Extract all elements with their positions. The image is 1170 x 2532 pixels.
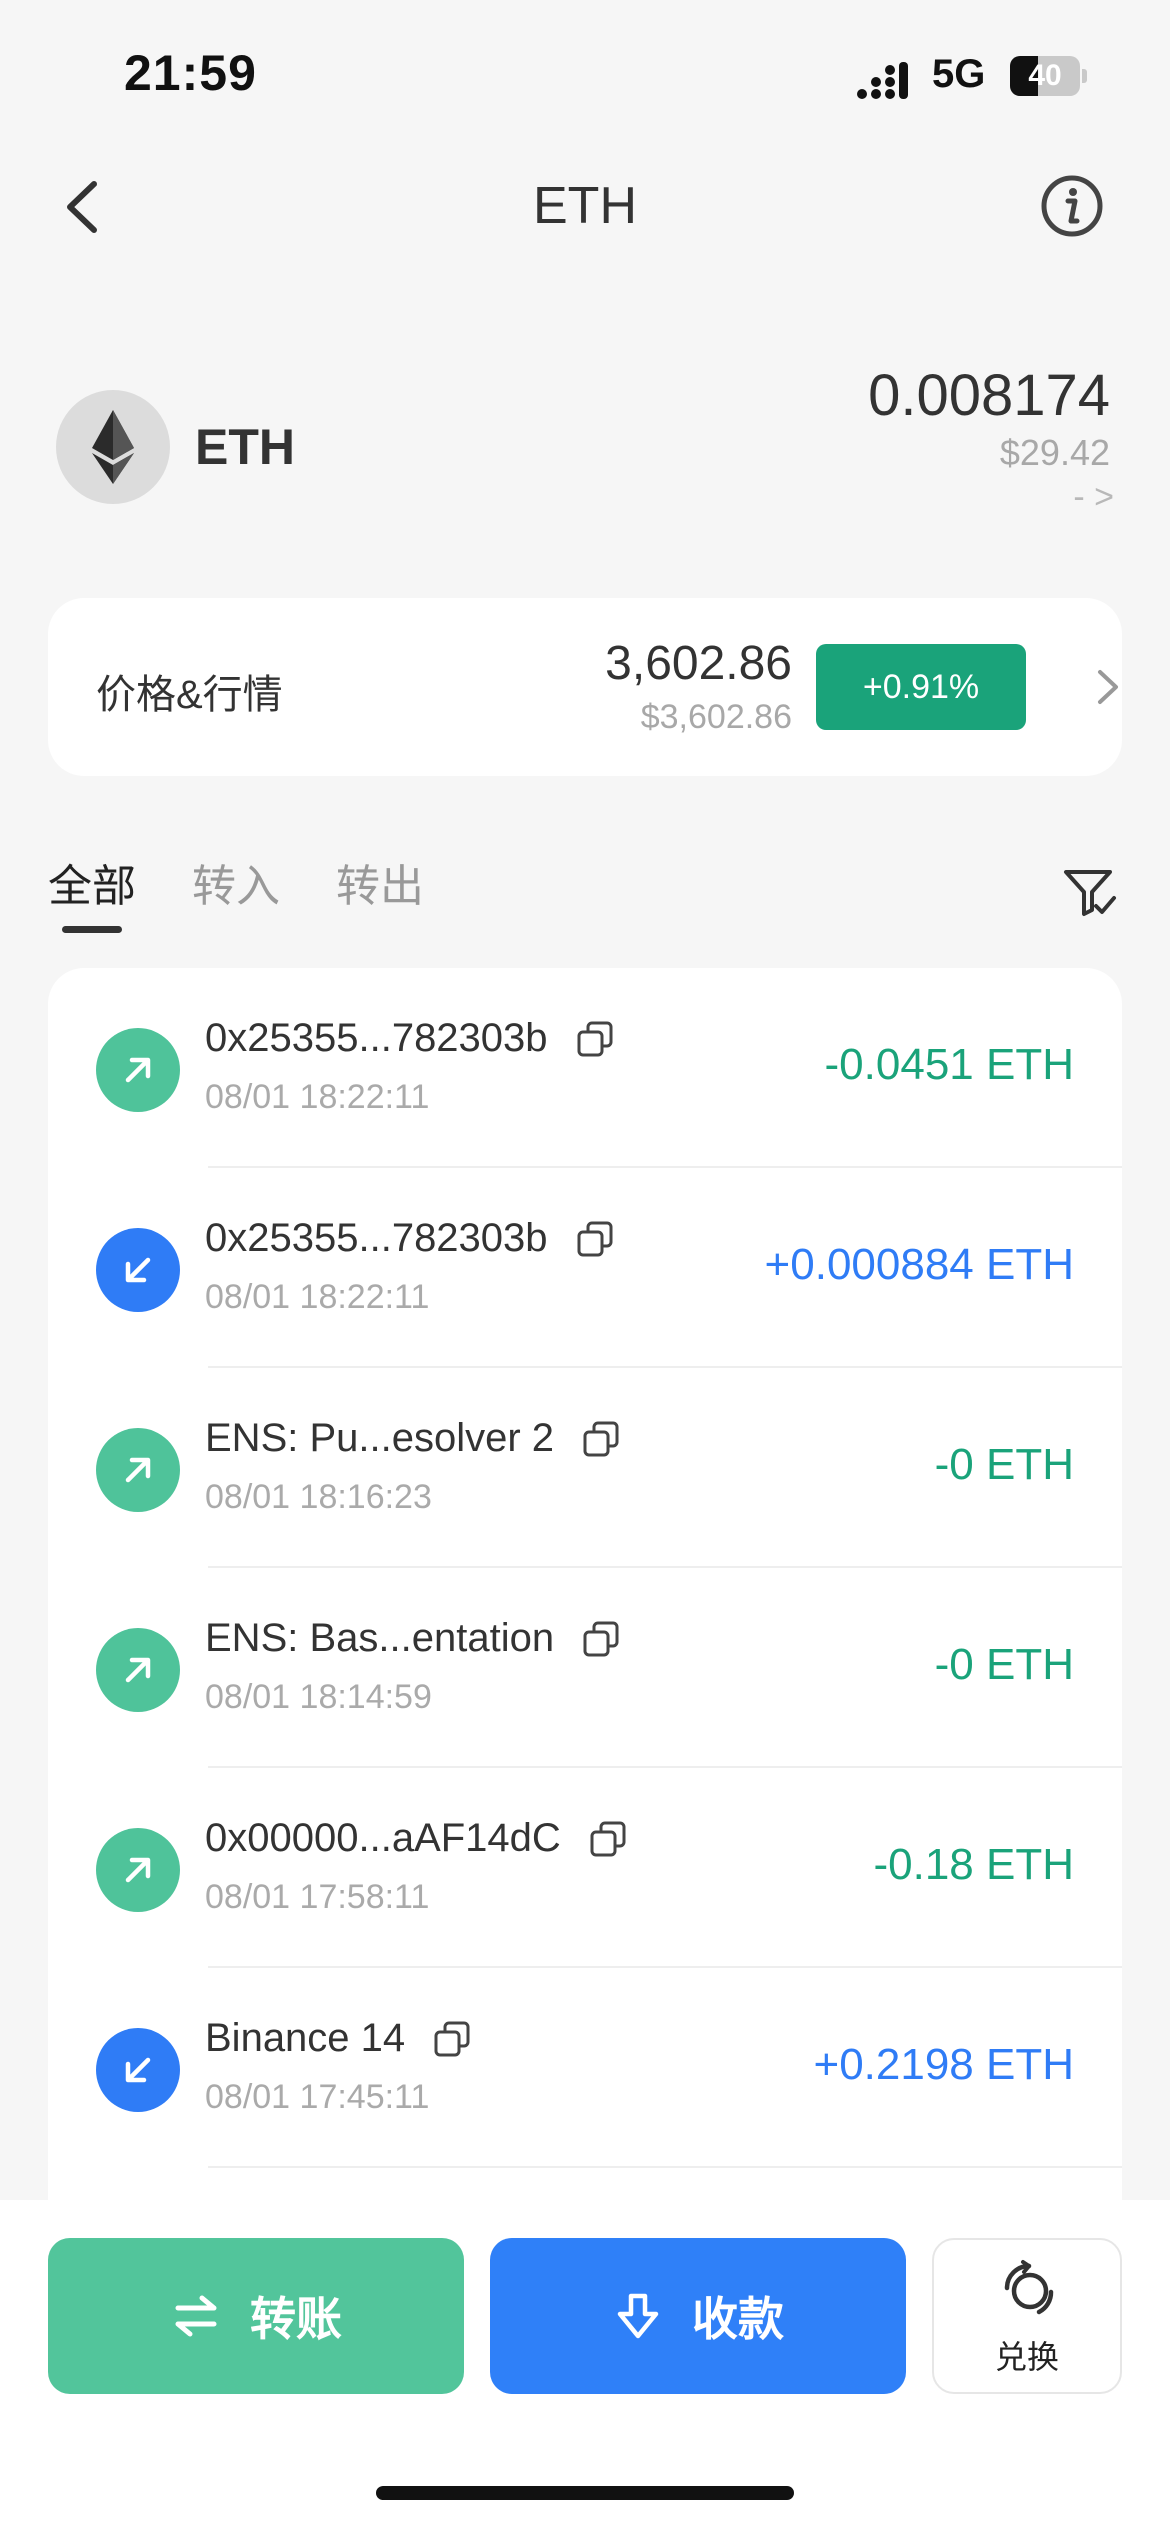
tx-time: 08/01 18:16:23 xyxy=(205,1478,432,1516)
copy-icon[interactable] xyxy=(576,1020,614,1058)
transaction-row[interactable]: ENS: Pu...esolver 2 08/01 18:16:23 -0 ET… xyxy=(48,1368,1122,1568)
battery-icon: 40 xyxy=(1010,56,1087,96)
incoming-arrow-icon xyxy=(96,1228,180,1312)
tx-time: 08/01 18:14:59 xyxy=(205,1678,432,1716)
tx-address: ENS: Pu...esolver 2 xyxy=(205,1416,555,1460)
tab-all[interactable]: 全部 xyxy=(48,850,136,914)
tx-amount: -0 ETH xyxy=(934,1440,1074,1489)
tx-address: 0x00000...aAF14dC xyxy=(205,1816,561,1860)
tx-address: Binance 14 xyxy=(205,2016,406,2060)
outgoing-arrow-icon xyxy=(96,1828,180,1912)
tx-amount: -0.0451 ETH xyxy=(824,1040,1074,1089)
outgoing-arrow-icon xyxy=(96,1628,180,1712)
info-icon[interactable] xyxy=(1040,174,1104,238)
transaction-row[interactable]: 0x00000...aAF14dC 08/01 17:58:11 -0.18 E… xyxy=(48,1768,1122,1968)
swap-icon xyxy=(1004,2260,1054,2315)
tx-address: 0x25355...782303b xyxy=(205,1016,548,1060)
active-tab-indicator xyxy=(62,926,122,933)
tab-incoming[interactable]: 转入 xyxy=(192,850,280,914)
bottom-action-bar: 转账 收款 兑换 xyxy=(0,2200,1170,2532)
transaction-row[interactable]: 0x25355...782303b 08/01 18:22:11 +0.0008… xyxy=(48,1168,1122,1368)
outgoing-arrow-icon xyxy=(96,1428,180,1512)
transaction-list: 0x25355...782303b 08/01 18:22:11 -0.0451… xyxy=(48,968,1122,2208)
tx-address: ENS: Bas...entation xyxy=(205,1616,555,1660)
tx-time: 08/01 18:22:11 xyxy=(205,1078,430,1116)
copy-icon[interactable] xyxy=(582,1420,620,1458)
signal-icon xyxy=(857,62,908,99)
receive-button[interactable]: 收款 xyxy=(490,2238,906,2394)
tx-amount: -0 ETH xyxy=(934,1640,1074,1689)
copy-icon[interactable] xyxy=(433,2020,471,2058)
eth-logo xyxy=(56,390,170,504)
network-type: 5G xyxy=(932,52,986,96)
transaction-row[interactable]: ENS: Bas...entation 08/01 18:14:59 -0 ET… xyxy=(48,1568,1122,1768)
transfer-label: 转账 xyxy=(250,2293,342,2345)
home-indicator xyxy=(376,2486,794,2500)
price-market-label: 价格&行情 xyxy=(96,673,283,717)
tx-amount: +0.2198 ETH xyxy=(813,2040,1075,2089)
copy-icon[interactable] xyxy=(582,1620,620,1658)
copy-icon[interactable] xyxy=(576,1220,614,1258)
ethereum-icon xyxy=(92,410,134,484)
page-title: ETH xyxy=(533,177,637,235)
swap-button[interactable]: 兑换 xyxy=(932,2238,1122,2394)
price-usd: $3,602.86 xyxy=(640,698,792,736)
status-time: 21:59 xyxy=(124,45,257,101)
tx-amount: +0.000884 ETH xyxy=(764,1240,1074,1289)
battery-level: 40 xyxy=(1028,59,1062,92)
filter-icon[interactable] xyxy=(1060,862,1120,922)
balance-detail-link[interactable]: - > xyxy=(1073,478,1114,517)
coin-symbol: ETH xyxy=(195,419,295,475)
swap-label: 兑换 xyxy=(994,2339,1059,2375)
copy-icon[interactable] xyxy=(589,1820,627,1858)
tx-time: 08/01 17:45:11 xyxy=(205,2078,430,2116)
asset-header: ETH 0.008174 $29.42 - > xyxy=(0,350,1170,530)
transaction-row[interactable]: Binance 14 08/01 17:45:11 +0.2198 ETH xyxy=(48,1968,1122,2168)
price-market-card[interactable]: 价格&行情 3,602.86 $3,602.86 +0.91% xyxy=(48,598,1122,776)
balance-amount: 0.008174 xyxy=(868,363,1110,428)
tx-time: 08/01 18:22:11 xyxy=(205,1278,430,1316)
price-value: 3,602.86 xyxy=(605,637,792,690)
balance-usd: $29.42 xyxy=(999,432,1110,473)
status-bar: 21:59 5G 40 xyxy=(0,0,1170,140)
transfer-button[interactable]: 转账 xyxy=(48,2238,464,2394)
download-arrow-icon xyxy=(617,2293,659,2339)
chevron-right-icon xyxy=(1098,670,1118,704)
receive-label: 收款 xyxy=(692,2293,784,2345)
transfer-arrows-icon xyxy=(175,2295,217,2337)
nav-bar: ETH xyxy=(0,150,1170,260)
tx-filter-tabs: 全部 转入 转出 xyxy=(0,840,1170,940)
outgoing-arrow-icon xyxy=(96,1028,180,1112)
tx-address: 0x25355...782303b xyxy=(205,1216,548,1260)
transaction-row[interactable]: 0x25355...782303b 08/01 18:22:11 -0.0451… xyxy=(48,968,1122,1168)
tab-outgoing[interactable]: 转出 xyxy=(336,850,424,914)
tx-time: 08/01 17:58:11 xyxy=(205,1878,430,1916)
incoming-arrow-icon xyxy=(96,2028,180,2112)
tx-amount: -0.18 ETH xyxy=(873,1840,1074,1889)
price-change-badge: +0.91% xyxy=(816,644,1026,730)
